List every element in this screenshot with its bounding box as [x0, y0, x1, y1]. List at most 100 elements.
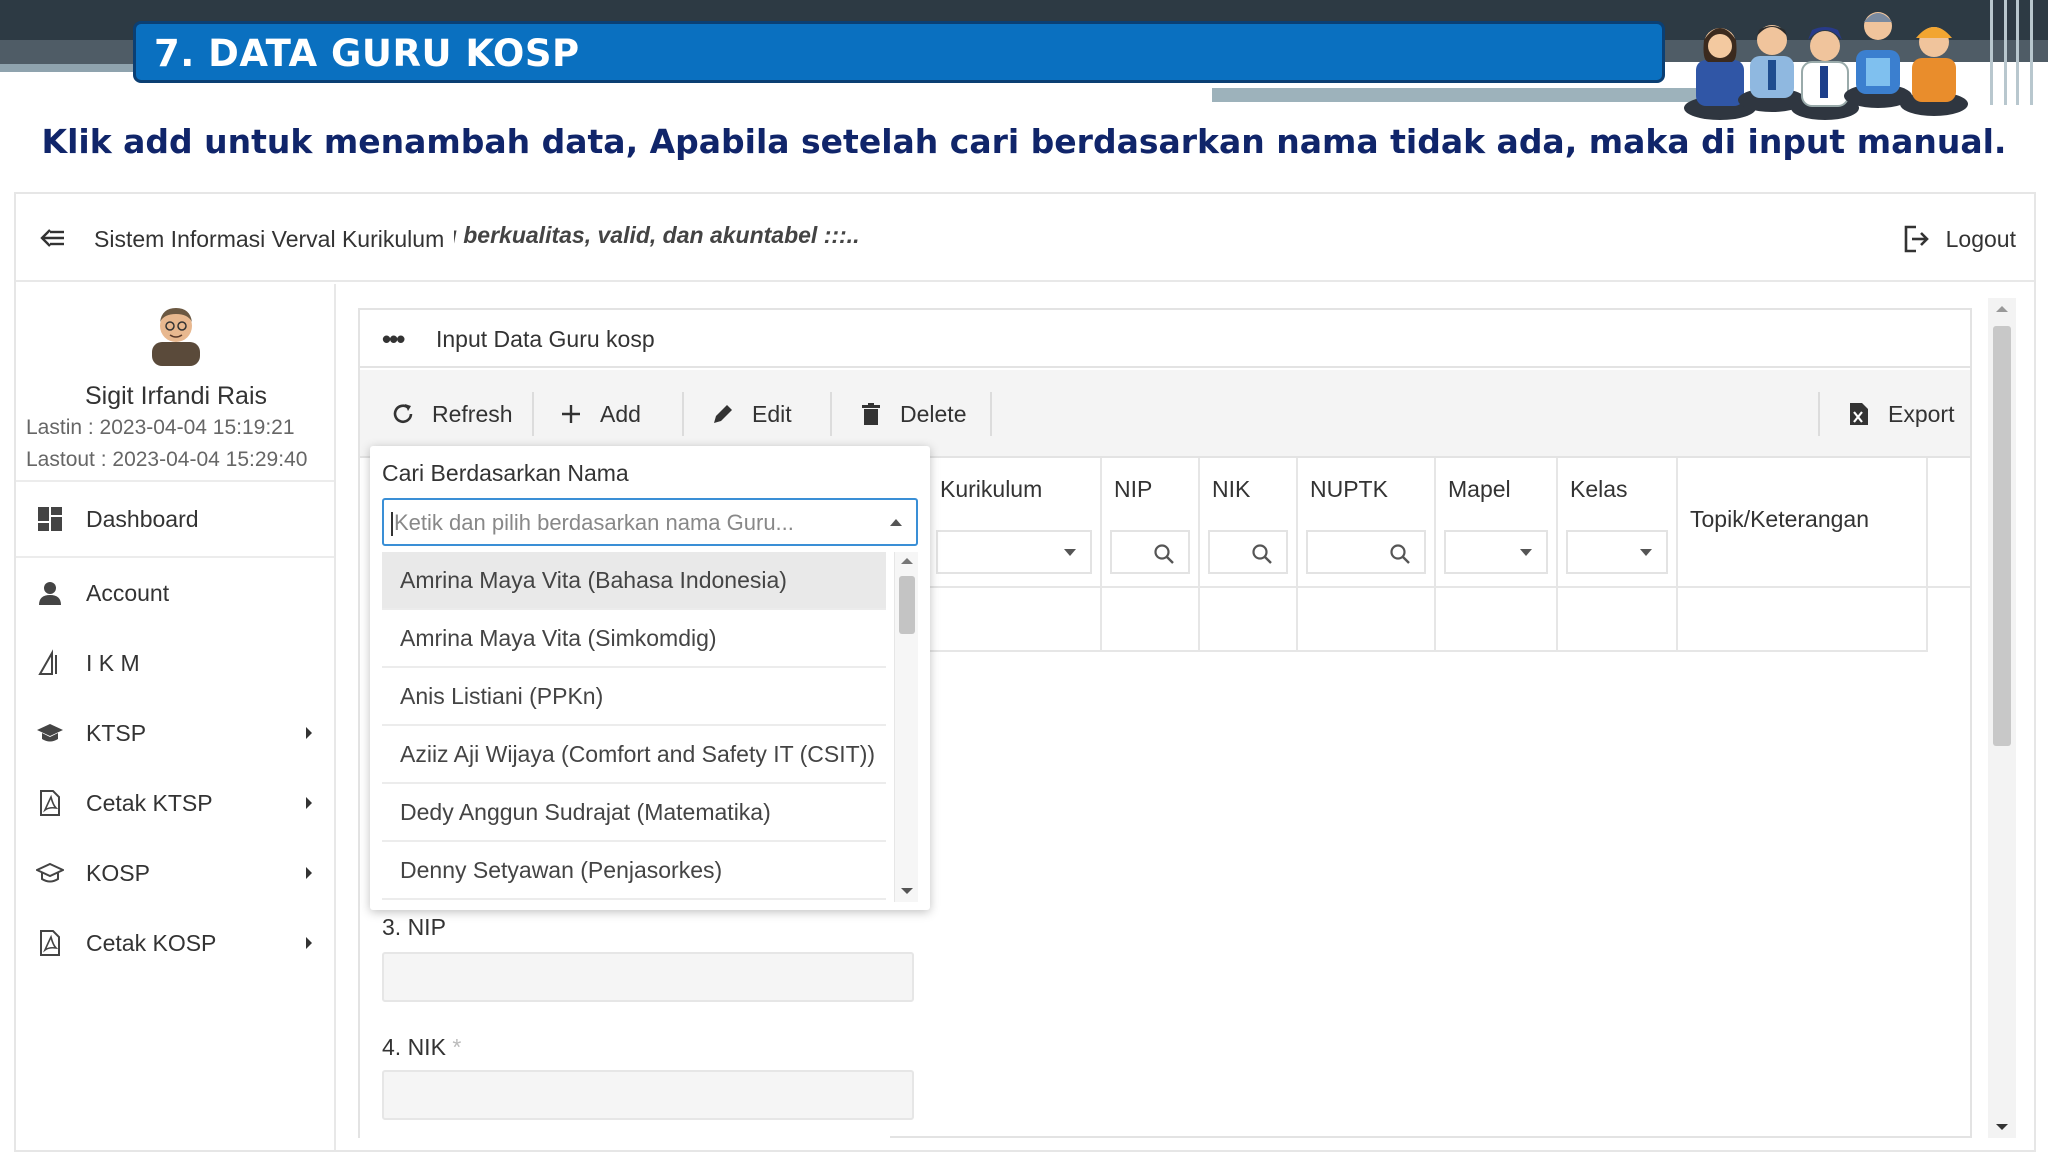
refresh-label: Refresh — [432, 400, 513, 427]
slide: 7. DATA GURU KOSP Klik add untuk menamba… — [0, 0, 2048, 1152]
search-name-popup: Cari Berdasarkan Nama Ketik dan pilih be… — [370, 446, 930, 910]
add-label: Add — [600, 400, 641, 427]
table-cell — [1436, 588, 1558, 652]
nip-label: 3. NIP — [382, 914, 446, 940]
sidebar-item-label: KOSP — [86, 859, 150, 886]
chevron-right-icon — [306, 797, 312, 809]
sidebar-item-kosp[interactable]: KOSP — [16, 838, 334, 908]
sidebar-item-dashboard[interactable]: Dashboard — [16, 480, 334, 558]
sidebar-item-account[interactable]: Account — [16, 558, 334, 628]
add-button[interactable]: Add — [558, 392, 641, 436]
slide-title: 7. DATA GURU KOSP — [154, 32, 580, 75]
sidebar-item-cetak-kosp[interactable]: Cetak KOSP — [16, 908, 334, 978]
last-login: Lastin : 2023-04-04 15:19:21 — [26, 416, 295, 439]
scroll-thumb[interactable] — [1993, 326, 2011, 746]
more-icon[interactable]: ••• — [382, 324, 405, 355]
search-name-placeholder: Ketik dan pilih berdasarkan nama Guru... — [391, 510, 794, 536]
nik-label-text: 4. NIK — [382, 1034, 446, 1060]
scroll-down-icon[interactable] — [901, 888, 913, 894]
logout-icon — [1904, 225, 1929, 253]
column-filter-nuptk[interactable] — [1306, 530, 1426, 574]
column-filter-kelas[interactable] — [1566, 530, 1668, 574]
panel-title: Input Data Guru kosp — [436, 326, 655, 352]
sidebar-item-ktsp[interactable]: KTSP — [16, 698, 334, 768]
user-name: Sigit Irfandi Rais — [84, 382, 268, 410]
page-scrollbar[interactable] — [1988, 298, 2016, 1138]
graduation-cap-outline-icon — [36, 862, 64, 883]
nik-field[interactable] — [382, 1070, 914, 1120]
grid-header: Kurikulum NIP NIK NUPTK Mapel Kelas Topi… — [884, 458, 1970, 588]
grid-column-kelas[interactable]: Kelas — [1558, 458, 1678, 588]
sidebar-item-label: KTSP — [86, 719, 147, 746]
toolbar-divider — [682, 392, 684, 436]
header-strip-left — [0, 40, 150, 64]
sidebar-item-label: Cetak KTSP — [86, 789, 213, 816]
nip-field[interactable] — [382, 952, 914, 1002]
list-item[interactable]: Dedy Anggun Sudrajat (Matematika) — [382, 784, 886, 842]
column-filter-mapel[interactable] — [1444, 530, 1548, 574]
slide-title-bar: 7. DATA GURU KOSP — [133, 21, 1665, 83]
refresh-button[interactable]: Refresh — [390, 392, 513, 436]
grid-column-mapel[interactable]: Mapel — [1436, 458, 1558, 588]
graduation-cap-icon — [37, 724, 63, 742]
back-arrow-icon[interactable] — [36, 222, 68, 254]
export-button[interactable]: Export — [1846, 392, 1954, 436]
column-filter-nip[interactable] — [1110, 530, 1190, 574]
dashboard-icon — [38, 507, 62, 531]
teacher-options-list: Amrina Maya Vita (Bahasa Indonesia) Amri… — [382, 552, 918, 902]
edit-label: Edit — [752, 400, 792, 427]
grid-column-kurikulum[interactable]: Kurikulum — [928, 458, 1102, 588]
list-scrollbar[interactable] — [894, 552, 918, 902]
people-illustration-icon — [1684, 12, 1968, 120]
required-marker: * — [452, 1034, 462, 1060]
toolbar-divider — [532, 392, 534, 436]
app-window: Sistem Informasi Verval Kurikulum ::: Ma… — [14, 192, 2036, 1152]
app-title: Sistem Informasi Verval Kurikulum — [94, 226, 445, 252]
column-title: NIP — [1114, 476, 1153, 502]
sidebar-item-label: Dashboard — [86, 505, 199, 532]
marquee-content: ::: Mari wujudkan data yang berkualitas,… — [454, 222, 860, 248]
grid-column-topik[interactable]: Topik/Keterangan — [1678, 458, 1928, 588]
edit-button[interactable]: Edit — [710, 392, 792, 436]
list-item[interactable]: Amrina Maya Vita (Simkomdig) — [382, 610, 886, 668]
sidebar-nav: Dashboard Account I K M KTSP Cetak KTSP … — [16, 480, 334, 978]
sidebar-item-label: Account — [86, 579, 170, 606]
scroll-up-icon[interactable] — [901, 558, 913, 564]
slide-subtitle: Klik add untuk menambah data, Apabila se… — [41, 122, 2007, 161]
header-strip-left-light — [0, 64, 150, 72]
toolbar-divider — [1818, 392, 1820, 436]
scroll-down-icon[interactable] — [1996, 1124, 2008, 1130]
sidebar-item-cetak-ktsp[interactable]: Cetak KTSP — [16, 768, 334, 838]
scroll-thumb[interactable] — [899, 576, 915, 634]
sidebar-item-ikm[interactable]: I K M — [16, 628, 334, 698]
sidebar: Sigit Irfandi Rais Lastin : 2023-04-04 1… — [16, 284, 336, 1150]
grid-column-nik[interactable]: NIK — [1200, 458, 1298, 588]
table-cell — [1102, 588, 1200, 652]
column-title: NUPTK — [1310, 476, 1388, 502]
list-item[interactable]: Aziiz Aji Wijaya (Comfort and Safety IT … — [382, 726, 886, 784]
export-label: Export — [1888, 400, 1955, 427]
list-item[interactable]: Anis Listiani (PPKn) — [382, 668, 886, 726]
scroll-up-icon[interactable] — [1996, 306, 2008, 312]
pdf-icon — [40, 930, 60, 956]
input-panel: ••• Input Data Guru kosp Refresh Add Edi… — [358, 308, 1972, 1138]
data-grid: Kurikulum NIP NIK NUPTK Mapel Kelas Topi… — [884, 458, 1970, 652]
excel-export-icon — [1850, 403, 1868, 425]
column-title: Mapel — [1448, 476, 1511, 502]
delete-button[interactable]: Delete — [858, 392, 966, 436]
delete-label: Delete — [900, 400, 967, 427]
sidebar-item-label: Cetak KOSP — [86, 929, 217, 956]
column-filter-kurikulum[interactable] — [936, 530, 1092, 574]
list-item[interactable]: Denny Setyawan (Penjasorkes) — [382, 842, 886, 900]
grid-column-nip[interactable]: NIP — [1102, 458, 1200, 588]
logout-button[interactable]: Logout — [1902, 222, 2016, 256]
column-filter-nik[interactable] — [1208, 530, 1288, 574]
table-cell — [1678, 588, 1928, 652]
caret-up-icon[interactable] — [890, 519, 902, 526]
toolbar-divider — [990, 392, 992, 436]
search-name-input[interactable]: Ketik dan pilih berdasarkan nama Guru... — [382, 498, 918, 546]
list-item[interactable]: Amrina Maya Vita (Bahasa Indonesia) — [382, 552, 886, 610]
search-icon — [1252, 544, 1272, 564]
toolbar-divider — [830, 392, 832, 436]
grid-column-nuptk[interactable]: NUPTK — [1298, 458, 1436, 588]
